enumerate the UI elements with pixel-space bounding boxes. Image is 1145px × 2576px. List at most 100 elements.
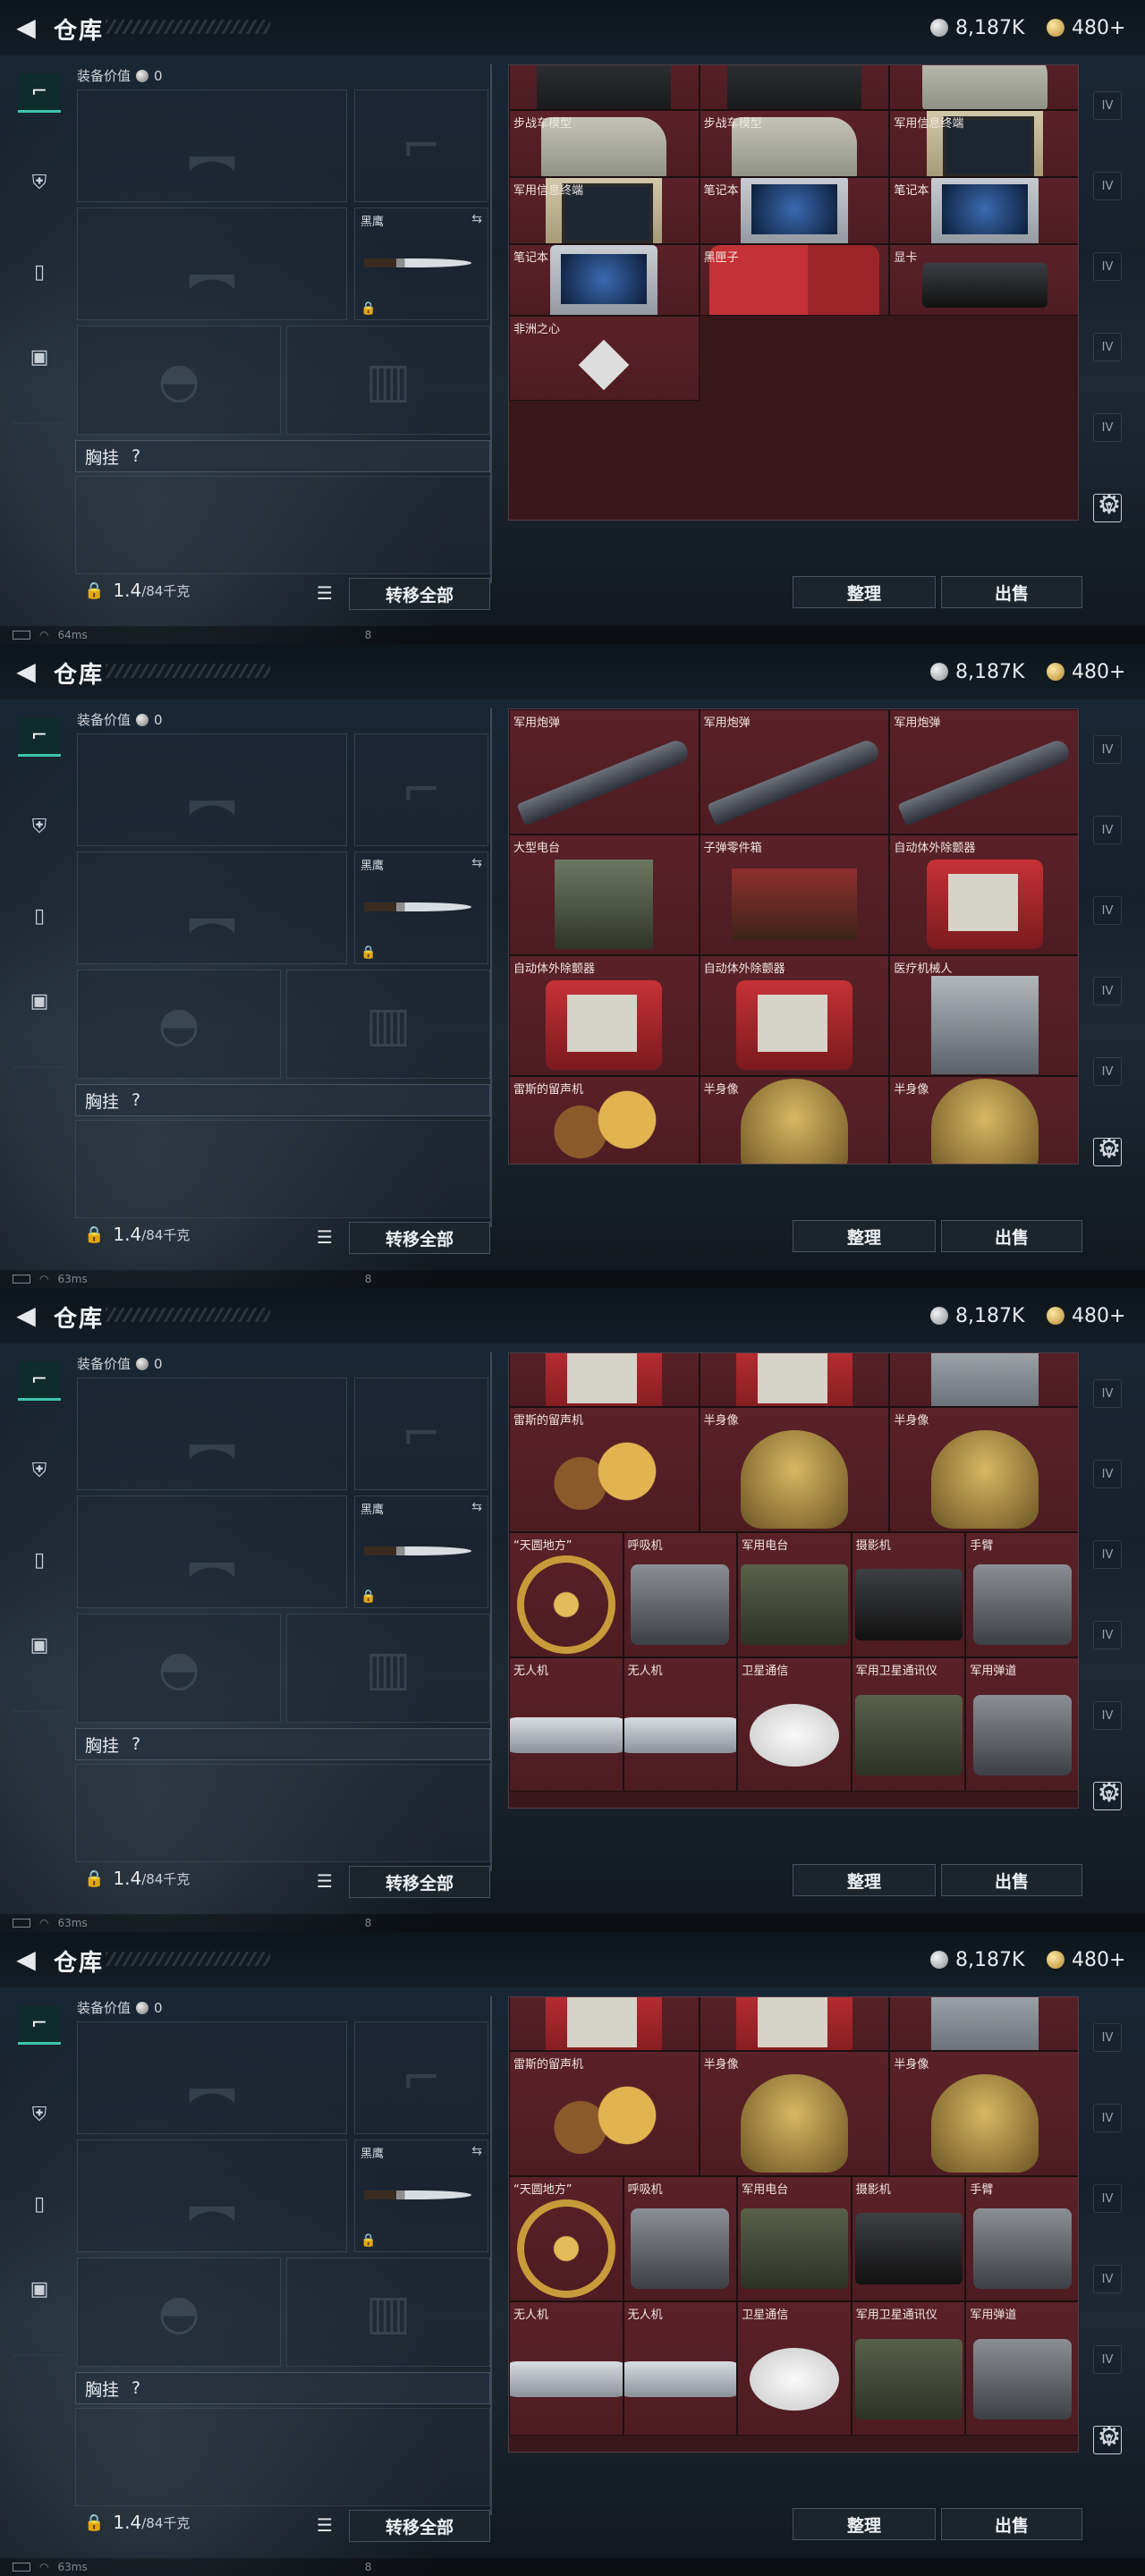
sell-button[interactable]: 出售 <box>941 1864 1082 1896</box>
transfer-all-button[interactable]: 转移全部 <box>349 1866 490 1898</box>
swap-icon[interactable]: ⇆ <box>471 212 482 226</box>
container-tab-icon[interactable]: IV <box>1093 1701 1122 1730</box>
secondary-weapon-slot[interactable]: ︻ <box>77 208 347 320</box>
item-cell[interactable]: 半身像 <box>889 2051 1078 2176</box>
list-view-icon[interactable]: ☰ <box>311 580 338 606</box>
container-tab-icon[interactable]: IV <box>1093 1540 1122 1569</box>
item-cell[interactable] <box>509 65 700 110</box>
chest-rig-slot[interactable] <box>75 1120 490 1218</box>
armor-slot[interactable]: ▥ <box>286 1614 490 1723</box>
chest-rig-header[interactable]: 胸挂? <box>75 440 490 472</box>
item-cell[interactable]: 笔记本 <box>889 177 1078 244</box>
item-cell[interactable]: 军用炮弹 <box>509 709 700 835</box>
item-cell[interactable]: 军用弹道 <box>965 2301 1078 2436</box>
backpack-tab[interactable]: ▯ <box>18 2184 61 2224</box>
item-cell[interactable]: 军用电台 <box>737 2176 852 2301</box>
item-cell[interactable]: 自动体外除颤器 <box>509 955 700 1076</box>
melee-slot[interactable]: 黑鹰 ⇆ 🔒 <box>354 852 488 964</box>
gold-currency[interactable]: 480+ <box>1047 14 1125 41</box>
item-cell[interactable]: 雷斯的留声机 <box>509 2051 700 2176</box>
chest-rig-header[interactable]: 胸挂? <box>75 1084 490 1116</box>
item-cell[interactable]: 步战车模型 <box>509 110 700 177</box>
backpack-tab[interactable]: ▯ <box>18 252 61 292</box>
armor-tab[interactable]: ⛨ <box>18 163 61 202</box>
item-cell[interactable]: 大型电台 <box>509 835 700 955</box>
swap-icon[interactable]: ⇆ <box>471 2144 482 2158</box>
sort-button[interactable]: 整理 <box>793 576 936 608</box>
item-cell[interactable]: 无人机 <box>509 2301 623 2436</box>
item-cell[interactable]: 笔记本 <box>699 177 890 244</box>
item-cell[interactable]: 军用卫星通讯仪 <box>851 1657 966 1792</box>
container-tab-icon[interactable]: IV <box>1093 2023 1122 2052</box>
sort-button[interactable]: 整理 <box>793 1864 936 1896</box>
medkit-tab[interactable]: ▣ <box>18 1625 61 1665</box>
item-cell[interactable]: “天圆地方” <box>509 1532 623 1657</box>
container-tab-icon[interactable]: IV <box>1093 2345 1122 2374</box>
container-tab-icon[interactable]: IV <box>1093 252 1122 281</box>
item-cell[interactable]: 雷斯的留声机 <box>509 1076 700 1164</box>
melee-slot[interactable]: 黑鹰 ⇆ 🔒 <box>354 1496 488 1608</box>
item-cell[interactable]: 军用信息终端 <box>509 177 700 244</box>
item-cell[interactable]: 医疗机械人 <box>889 955 1078 1076</box>
item-cell[interactable]: 军用卫星通讯仪 <box>851 2301 966 2436</box>
pistol-slot[interactable]: ⌐ <box>354 2021 488 2134</box>
armor-tab[interactable]: ⛨ <box>18 2095 61 2134</box>
item-cell[interactable]: 雷斯的留声机 <box>509 1407 700 1532</box>
chest-rig-slot[interactable] <box>75 2408 490 2506</box>
list-view-icon[interactable]: ☰ <box>311 1224 338 1250</box>
primary-weapon-slot[interactable]: ︻ <box>77 733 347 846</box>
melee-slot[interactable]: 黑鹰 ⇆ 🔒 <box>354 208 488 320</box>
container-tab-icon[interactable]: IV <box>1093 735 1122 764</box>
item-cell[interactable]: 半身像 <box>889 1407 1078 1532</box>
sell-button[interactable]: 出售 <box>941 1220 1082 1252</box>
back-arrow-icon[interactable]: ◀ <box>13 1302 39 1329</box>
sell-button[interactable]: 出售 <box>941 576 1082 608</box>
sort-button[interactable]: 整理 <box>793 1220 936 1252</box>
container-tab-icon[interactable]: IV <box>1093 172 1122 200</box>
container-tab-icon[interactable]: IV <box>1093 333 1122 361</box>
weapon-tab[interactable]: ⌐ <box>18 717 61 757</box>
item-cell[interactable]: 呼吸机 <box>623 2176 738 2301</box>
container-tab-icon[interactable]: IV <box>1093 91 1122 120</box>
item-cell[interactable] <box>699 1353 890 1407</box>
item-cell[interactable]: 步战车模型 <box>889 65 1078 110</box>
container-tab-icon[interactable]: IV <box>1093 977 1122 1005</box>
item-cell[interactable]: 无人机 <box>623 1657 738 1792</box>
item-cell[interactable]: 半身像 <box>699 1076 890 1164</box>
item-cell[interactable]: 无人机 <box>509 1657 623 1792</box>
helmet-slot[interactable]: ◓ <box>77 1614 281 1723</box>
item-cell[interactable] <box>889 1997 1078 2051</box>
gold-currency[interactable]: 480+ <box>1047 1302 1125 1329</box>
pistol-slot[interactable]: ⌐ <box>354 1377 488 1490</box>
container-tab-icon[interactable]: IV <box>1093 1379 1122 1408</box>
sort-button[interactable]: 整理 <box>793 2508 936 2540</box>
item-cell[interactable]: “天圆地方” <box>509 2176 623 2301</box>
item-cell[interactable]: 黑匣子 <box>699 244 890 316</box>
secondary-weapon-slot[interactable]: ︻ <box>77 2140 347 2252</box>
item-cell[interactable]: 卫星通信 <box>737 1657 852 1792</box>
weapon-tab[interactable]: ⌐ <box>18 1361 61 1401</box>
medkit-tab[interactable]: ▣ <box>18 2269 61 2309</box>
settings-gear-icon[interactable]: ⚙ <box>1094 1778 1124 1809</box>
item-cell[interactable] <box>889 1353 1078 1407</box>
sell-button[interactable]: 出售 <box>941 2508 1082 2540</box>
settings-gear-icon[interactable]: ⚙ <box>1094 490 1124 521</box>
item-cell[interactable]: 半身像 <box>699 2051 890 2176</box>
chest-rig-header[interactable]: 胸挂? <box>75 1728 490 1760</box>
item-cell[interactable]: 自动体外除颤器 <box>699 955 890 1076</box>
armor-slot[interactable]: ▥ <box>286 970 490 1079</box>
item-cell[interactable]: 半身像 <box>889 1076 1078 1164</box>
item-cell[interactable]: 非洲之心 <box>509 316 700 401</box>
melee-slot[interactable]: 黑鹰 ⇆ 🔒 <box>354 2140 488 2252</box>
item-cell[interactable] <box>509 1997 700 2051</box>
container-tab-icon[interactable]: IV <box>1093 896 1122 925</box>
item-cell[interactable]: 摄影机 <box>851 2176 966 2301</box>
armor-slot[interactable]: ▥ <box>286 2258 490 2367</box>
item-cell[interactable]: 军用电台 <box>737 1532 852 1657</box>
item-cell[interactable] <box>509 1353 700 1407</box>
pistol-slot[interactable]: ⌐ <box>354 89 488 202</box>
medkit-tab[interactable]: ▣ <box>18 981 61 1021</box>
helmet-slot[interactable]: ◓ <box>77 970 281 1079</box>
swap-icon[interactable]: ⇆ <box>471 1500 482 1514</box>
item-cell[interactable]: 军用炮弹 <box>889 709 1078 835</box>
